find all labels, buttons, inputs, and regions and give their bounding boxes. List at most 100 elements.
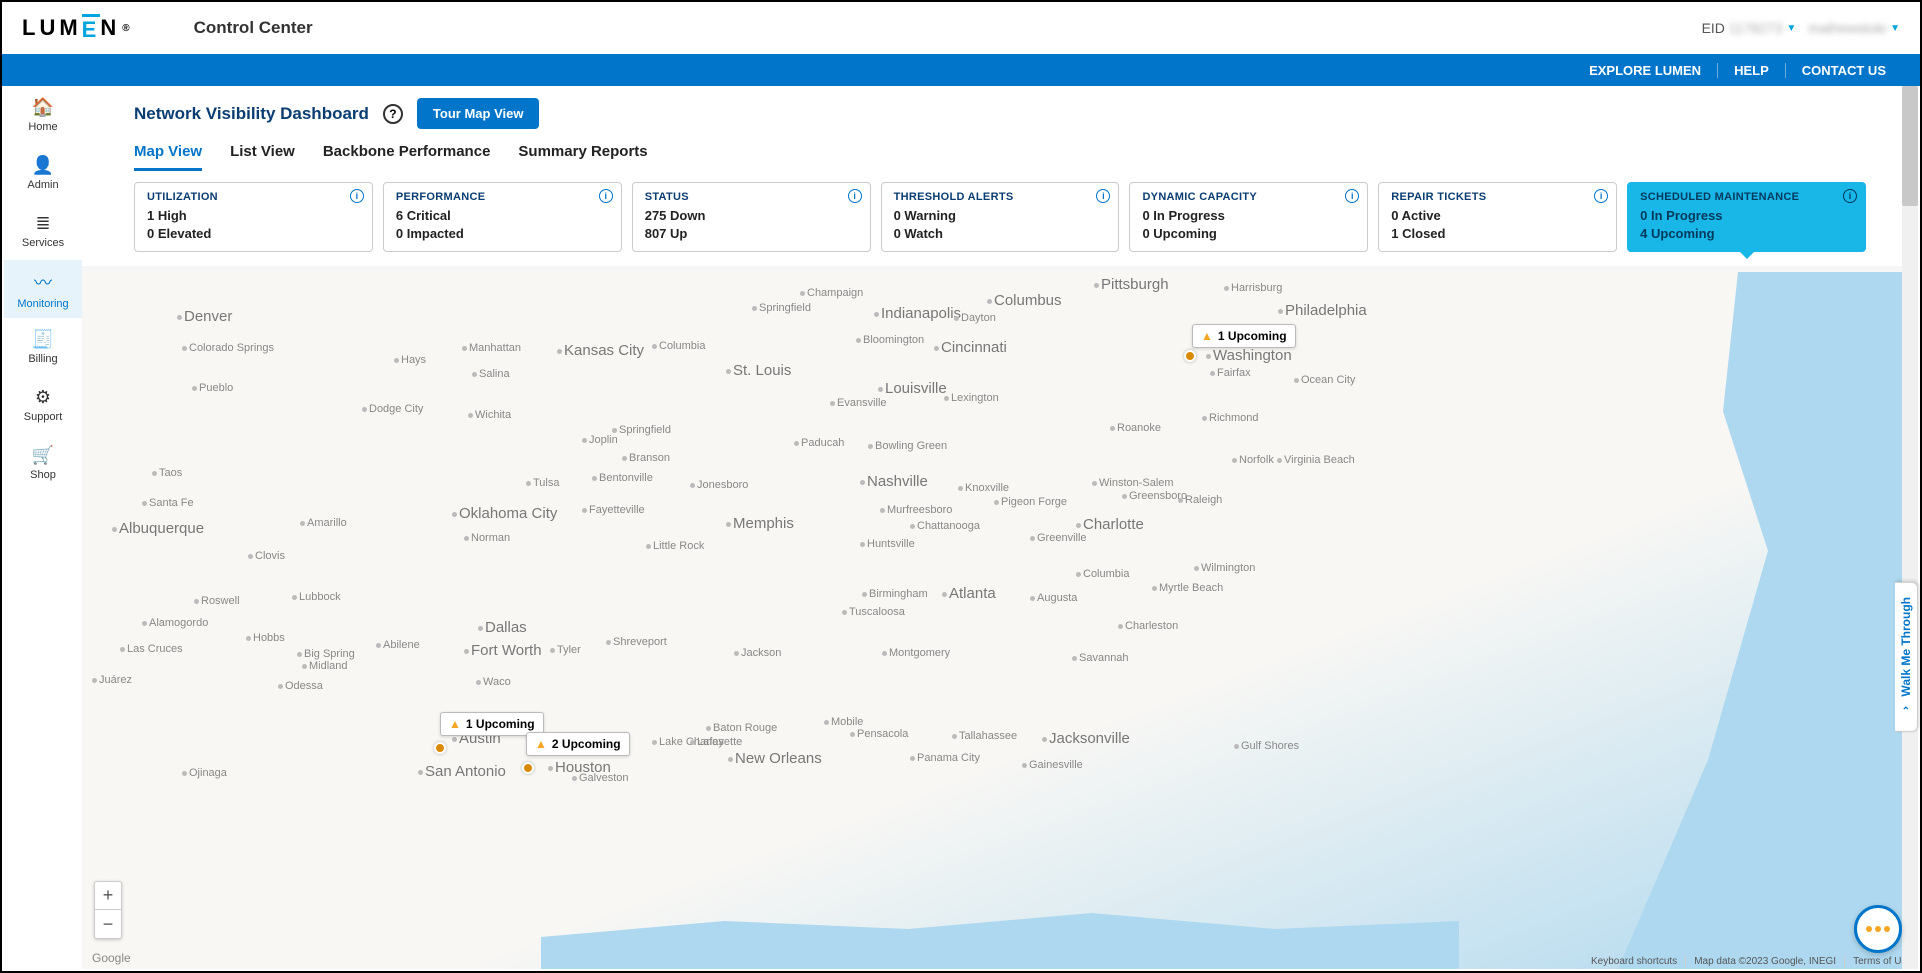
sidebar-item-services[interactable]: ≣ Services (4, 202, 82, 260)
info-icon[interactable]: i (350, 189, 364, 203)
card-threshold[interactable]: THRESHOLD ALERTS i 0 Warning0 Watch (881, 182, 1120, 252)
google-logo: Google (92, 951, 131, 965)
card-status[interactable]: STATUS i 275 Down807 Up (632, 182, 871, 252)
sidebar-item-billing[interactable]: 🧾 Billing (4, 318, 82, 376)
city-label: Salina (472, 368, 510, 380)
map-canvas[interactable]: DenverKansas CitySt. LouisIndianapolisCo… (82, 272, 1918, 969)
city-label: Branson (622, 452, 670, 464)
scrollbar-thumb[interactable] (1902, 86, 1918, 206)
city-label: Tallahassee (952, 730, 1017, 742)
city-label: Indianapolis (874, 305, 961, 322)
receipt-icon: 🧾 (32, 329, 54, 350)
sidebar-item-support[interactable]: ⚙ Support (4, 376, 82, 434)
tab-map-view[interactable]: Map View (134, 143, 202, 171)
zoom-out-button[interactable]: − (95, 910, 121, 938)
city-label: Denver (177, 308, 232, 325)
city-label: Alamogordo (142, 617, 208, 629)
logo[interactable]: LUMEN® (22, 14, 134, 43)
map-marker-dot[interactable] (1184, 350, 1196, 362)
nav-explore[interactable]: EXPLORE LUMEN (1573, 63, 1717, 78)
chat-icon (1866, 926, 1890, 932)
city-label: Virginia Beach (1277, 454, 1355, 466)
city-label: Pueblo (192, 382, 233, 394)
tab-summary[interactable]: Summary Reports (518, 143, 647, 171)
info-icon[interactable]: i (1345, 189, 1359, 203)
city-label: Panama City (910, 752, 980, 764)
city-label: Springfield (752, 302, 811, 314)
city-label: Evansville (830, 397, 887, 409)
city-label: Charlotte (1076, 516, 1144, 533)
city-label: Baton Rouge (706, 722, 777, 734)
walk-me-through-tab[interactable]: ⌃ Walk Me Through (1895, 582, 1918, 732)
city-label: Santa Fe (142, 497, 194, 509)
info-icon[interactable]: i (1096, 189, 1110, 203)
card-scheduled-maintenance[interactable]: SCHEDULED MAINTENANCE i 0 In Progress4 U… (1627, 182, 1866, 252)
map-marker-dot[interactable] (522, 762, 534, 774)
help-icon[interactable]: ? (383, 104, 403, 124)
eid-dropdown[interactable]: EID 1178273 ▼ (1702, 20, 1797, 36)
card-performance[interactable]: PERFORMANCE i 6 Critical0 Impacted (383, 182, 622, 252)
info-icon[interactable]: i (1594, 189, 1608, 203)
home-icon: 🏠 (32, 97, 54, 118)
city-label: Washington (1206, 347, 1292, 364)
chevron-icon: ⌃ (1902, 706, 1910, 717)
card-repair-tickets[interactable]: REPAIR TICKETS i 0 Active1 Closed (1378, 182, 1617, 252)
city-label: Albuquerque (112, 520, 204, 537)
chevron-down-icon: ▼ (1890, 23, 1900, 34)
sidebar-item-shop[interactable]: 🛒 Shop (4, 434, 82, 492)
city-label: Shreveport (606, 636, 667, 648)
city-label: Lexington (944, 392, 999, 404)
city-label: Dallas (478, 619, 527, 636)
city-label: Dayton (954, 312, 996, 324)
info-icon[interactable]: i (1843, 189, 1857, 203)
city-label: Manhattan (462, 342, 521, 354)
chat-button[interactable] (1854, 905, 1902, 953)
city-label: Philadelphia (1278, 302, 1367, 319)
city-label: Galveston (572, 772, 629, 784)
city-label: Springfield (612, 424, 671, 436)
sidebar-item-monitoring[interactable]: 〰 Monitoring (4, 260, 82, 318)
city-label: Birmingham (862, 588, 928, 600)
city-label: Louisville (878, 380, 947, 397)
city-label: St. Louis (726, 362, 791, 379)
city-label: Wichita (468, 409, 511, 421)
sidebar: 🏠 Home 👤 Admin ≣ Services 〰 Monitoring 🧾… (4, 86, 82, 969)
info-icon[interactable]: i (848, 189, 862, 203)
city-label: Odessa (278, 680, 323, 692)
map-marker-dot[interactable] (434, 742, 446, 754)
zoom-in-button[interactable]: + (95, 882, 121, 910)
city-label: Norfolk (1232, 454, 1274, 466)
nav-help[interactable]: HELP (1717, 63, 1785, 78)
nav-contact[interactable]: CONTACT US (1785, 63, 1902, 78)
city-label: Norman (464, 532, 510, 544)
user-dropdown[interactable]: mathewstoki ▼ (1808, 20, 1900, 36)
city-label: Midland (302, 660, 348, 672)
city-label: Columbus (987, 292, 1062, 309)
city-label: Little Rock (646, 540, 704, 552)
sidebar-item-admin[interactable]: 👤 Admin (4, 144, 82, 202)
city-label: Jacksonville (1042, 730, 1130, 747)
city-label: Pensacola (850, 728, 908, 740)
city-label: Paducah (794, 437, 844, 449)
tour-button[interactable]: Tour Map View (417, 98, 540, 129)
scrollbar[interactable] (1902, 86, 1918, 969)
tab-list-view[interactable]: List View (230, 143, 295, 171)
map-marker[interactable]: ▲ 1 Upcoming (1192, 324, 1296, 348)
info-icon[interactable]: i (599, 189, 613, 203)
city-label: Wilmington (1194, 562, 1255, 574)
city-label: Abilene (376, 639, 420, 651)
city-label: Richmond (1202, 412, 1259, 424)
chevron-down-icon: ▼ (1786, 23, 1796, 34)
city-label: Waco (476, 676, 511, 688)
card-utilization[interactable]: UTILIZATION i 1 High0 Elevated (134, 182, 373, 252)
sidebar-item-home[interactable]: 🏠 Home (4, 86, 82, 144)
keyboard-shortcuts-link[interactable]: Keyboard shortcuts (1583, 956, 1677, 967)
city-label: Taos (152, 467, 182, 479)
city-label: New Orleans (728, 750, 822, 767)
tab-backbone[interactable]: Backbone Performance (323, 143, 491, 171)
card-dynamic-capacity[interactable]: DYNAMIC CAPACITY i 0 In Progress0 Upcomi… (1129, 182, 1368, 252)
header: LUMEN® Control Center EID 1178273 ▼ math… (2, 2, 1920, 54)
city-label: Hays (394, 354, 426, 366)
city-label: Roanoke (1110, 422, 1161, 434)
map-marker[interactable]: ▲ 2 Upcoming (526, 732, 630, 756)
